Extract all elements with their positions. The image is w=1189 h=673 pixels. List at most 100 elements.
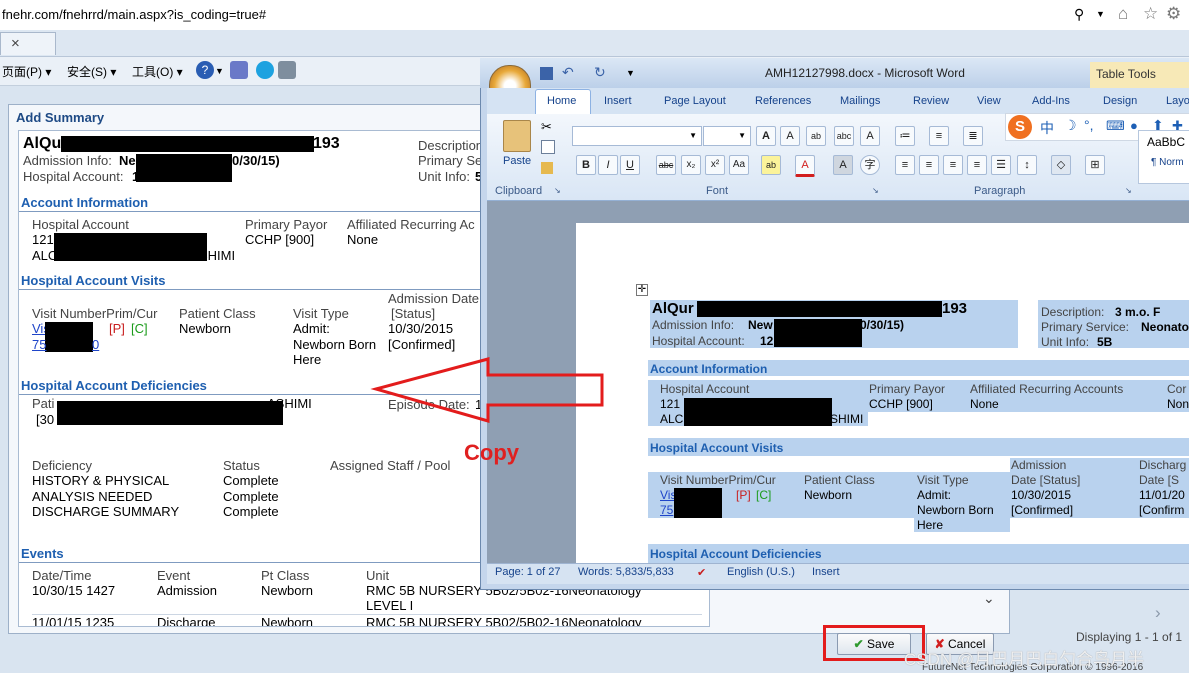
bold-icon[interactable]: B: [576, 155, 596, 175]
shrink-font-icon[interactable]: A: [780, 126, 800, 146]
spelling-check-icon[interactable]: ✔: [697, 566, 706, 579]
status-language[interactable]: English (U.S.): [727, 566, 795, 578]
status-insert-mode[interactable]: Insert: [812, 566, 840, 578]
clipboard-launcher-icon[interactable]: ↘: [554, 186, 561, 195]
font-name-dropdown-icon[interactable]: ▼: [689, 127, 697, 145]
tab-layout[interactable]: Layo: [1166, 95, 1189, 107]
font-size-box[interactable]: ▼: [703, 126, 751, 146]
borders-icon[interactable]: ⊞: [1085, 155, 1105, 175]
format-painter-icon[interactable]: [541, 162, 553, 174]
sogou-ime-icon[interactable]: S: [1008, 115, 1032, 139]
displaying-count: Displaying 1 - 1 of 1: [1076, 630, 1183, 644]
address-url[interactable]: fnehr.com/fnehrrd/main.aspx?is_coding=tr…: [2, 7, 266, 22]
superscript-icon[interactable]: x²: [705, 155, 725, 175]
favorites-star-icon[interactable]: ☆: [1143, 4, 1158, 24]
tab-references[interactable]: References: [755, 95, 811, 107]
align-center-icon[interactable]: ≡: [919, 155, 939, 175]
align-right-icon[interactable]: ≡: [943, 155, 963, 175]
ime-keyboard-icon[interactable]: ⌨: [1106, 118, 1125, 134]
cut-icon[interactable]: ✂: [541, 119, 552, 135]
style-preview[interactable]: AaBbC: [1147, 135, 1185, 149]
event-datetime: 11/01/15 1235: [32, 615, 115, 627]
menu-security[interactable]: 安全(S) ▾: [67, 63, 116, 80]
paste-icon[interactable]: [503, 120, 531, 152]
save-icon[interactable]: [540, 67, 553, 80]
undo-icon[interactable]: ↶: [562, 64, 574, 81]
highlight-icon[interactable]: ab: [761, 155, 781, 175]
tab-page-layout[interactable]: Page Layout: [664, 95, 726, 107]
character-shading-icon[interactable]: A: [833, 155, 853, 175]
help-icon[interactable]: ?: [196, 61, 214, 79]
ime-user-icon[interactable]: ●: [1130, 118, 1138, 133]
doc-col-hospital-account: Hospital Account: [660, 382, 750, 396]
tab-home-label[interactable]: Home: [547, 95, 576, 107]
next-page-icon[interactable]: ›: [1155, 603, 1161, 623]
paragraph-launcher-icon[interactable]: ↘: [1125, 186, 1132, 195]
tab-add-ins[interactable]: Add-Ins: [1032, 95, 1070, 107]
home-icon[interactable]: ⌂: [1118, 4, 1128, 24]
justify-icon[interactable]: ≡: [967, 155, 987, 175]
phonetic-guide-icon[interactable]: abc: [834, 126, 854, 146]
subscript-icon[interactable]: x₂: [681, 155, 701, 175]
doc-primary-flag: [P]: [736, 488, 751, 502]
font-launcher-icon[interactable]: ↘: [872, 186, 879, 195]
font-size-dropdown-icon[interactable]: ▼: [738, 127, 746, 145]
paste-label[interactable]: Paste: [503, 155, 531, 167]
doc-visit-number-link[interactable]: 75: [660, 503, 673, 517]
grow-font-icon[interactable]: A: [756, 126, 776, 146]
underline-icon[interactable]: U: [620, 155, 640, 175]
multilevel-list-icon[interactable]: ≣: [963, 126, 983, 146]
enclose-characters-icon[interactable]: 字: [860, 155, 880, 175]
bullets-icon[interactable]: ≔: [895, 126, 915, 146]
line-spacing-icon[interactable]: ↕: [1017, 155, 1037, 175]
quick-access-dropdown-icon[interactable]: ▼: [626, 68, 635, 78]
skype-icon[interactable]: [256, 61, 274, 79]
doc-admission-status: [Confirmed]: [1011, 503, 1074, 517]
browser-address-bar[interactable]: fnehr.com/fnehrrd/main.aspx?is_coding=tr…: [0, 0, 1189, 31]
numbering-icon[interactable]: ≡: [929, 126, 949, 146]
copy-icon[interactable]: [541, 140, 555, 154]
styles-gallery[interactable]: AaBbC ¶ Norm: [1138, 130, 1189, 184]
table-move-handle-icon[interactable]: ✛: [636, 284, 648, 296]
tab-view[interactable]: View: [977, 95, 1001, 107]
scroll-down-icon[interactable]: ⌄: [983, 590, 1003, 616]
deficiency-patient-label: Pati: [32, 396, 55, 411]
tab-mailings[interactable]: Mailings: [840, 95, 880, 107]
doc-col-affiliated: Affiliated Recurring Accounts: [970, 382, 1124, 396]
help-dropdown-icon[interactable]: ▼: [215, 66, 224, 76]
research-icon[interactable]: [230, 61, 248, 79]
settings-gear-icon[interactable]: ⚙: [1166, 4, 1181, 24]
visit-number-link-end[interactable]: 0: [92, 337, 99, 352]
search-icon[interactable]: ⚲: [1074, 6, 1084, 23]
strikethrough-icon[interactable]: abc: [656, 155, 676, 175]
font-color-icon[interactable]: A: [795, 155, 815, 177]
menu-page[interactable]: 页面(P) ▾: [2, 63, 51, 80]
redo-icon[interactable]: ↻: [594, 64, 606, 81]
shading-icon[interactable]: ◇: [1051, 155, 1071, 175]
browser-tab[interactable]: ×: [0, 32, 56, 55]
align-left-icon[interactable]: ≡: [895, 155, 915, 175]
status-page[interactable]: Page: 1 of 27: [495, 566, 560, 578]
change-case-icon[interactable]: Aa: [729, 155, 749, 175]
visit-number-link[interactable]: 75: [32, 337, 46, 352]
font-name-box[interactable]: ▼: [572, 126, 702, 146]
tab-insert[interactable]: Insert: [604, 95, 632, 107]
save-button[interactable]: ✔ Save: [837, 633, 911, 655]
tab-review[interactable]: Review: [913, 95, 949, 107]
status-words[interactable]: Words: 5,833/5,833: [578, 566, 674, 578]
clear-formatting-icon[interactable]: ab: [806, 126, 826, 146]
style-normal-label[interactable]: ¶ Norm: [1151, 157, 1184, 168]
col-hospital-account: Hospital Account: [32, 217, 129, 232]
italic-icon[interactable]: I: [598, 155, 618, 175]
ime-half-width-icon[interactable]: ☽: [1064, 117, 1077, 134]
tab-design[interactable]: Design: [1103, 95, 1137, 107]
tab-close-icon[interactable]: ×: [11, 35, 20, 52]
ime-punctuation-icon[interactable]: °,: [1084, 117, 1094, 133]
dropdown-arrow-icon[interactable]: ▼: [1096, 9, 1105, 19]
character-border-icon[interactable]: A: [860, 126, 880, 146]
ime-chinese-mode-icon[interactable]: 中: [1040, 118, 1054, 138]
menu-tools[interactable]: 工具(O) ▾: [132, 63, 183, 80]
distributed-icon[interactable]: ☰: [991, 155, 1011, 175]
toolbar-extension-icon[interactable]: [278, 61, 296, 79]
doc-col-visit-number: Visit NumberPrim/Cur: [660, 473, 776, 487]
